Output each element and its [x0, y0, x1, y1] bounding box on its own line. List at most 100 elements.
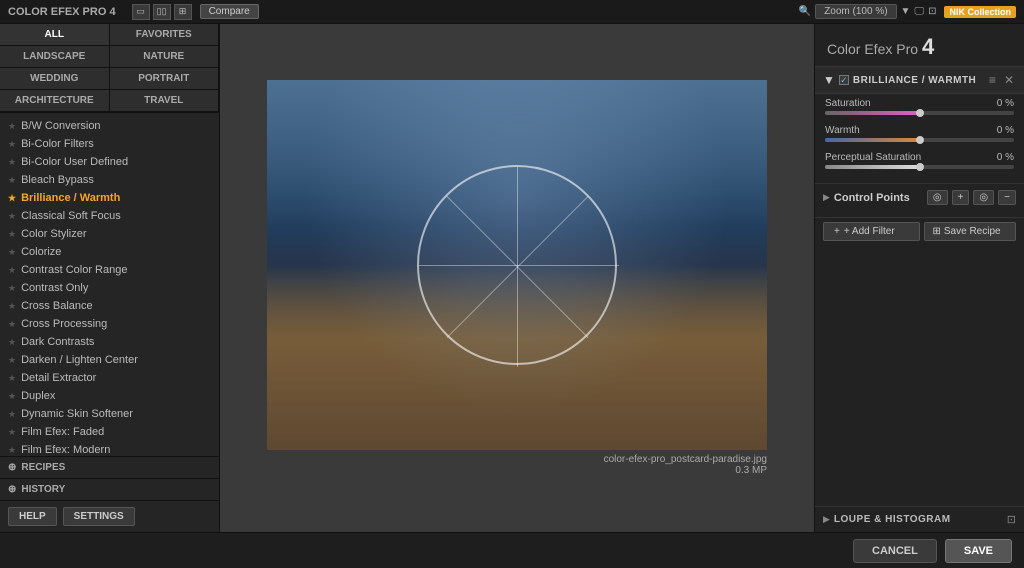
filter-film-efex-faded[interactable]: ★Film Efex: Faded — [0, 423, 219, 441]
saturation-slider-row: Saturation 0 % — [815, 94, 1024, 121]
filter-cross-balance[interactable]: ★Cross Balance — [0, 297, 219, 315]
filter-duplex[interactable]: ★Duplex — [0, 387, 219, 405]
save-button[interactable]: SAVE — [945, 539, 1012, 563]
filter-contrast-color-range[interactable]: ★Contrast Color Range — [0, 261, 219, 279]
star-icon[interactable]: ★ — [8, 355, 16, 366]
filter-bi-color-user-defined[interactable]: ★Bi-Color User Defined — [0, 153, 219, 171]
star-icon[interactable]: ★ — [8, 175, 16, 186]
category-nature[interactable]: NATURE — [110, 46, 220, 68]
effect-toggle[interactable]: ✓ — [839, 75, 849, 85]
saturation-thumb[interactable] — [916, 109, 924, 117]
settings-button[interactable]: SETTINGS — [63, 507, 135, 526]
star-icon[interactable]: ★ — [8, 193, 16, 204]
photo-display — [267, 80, 767, 450]
control-point-remove-btn[interactable]: ◎ — [973, 190, 994, 205]
category-travel[interactable]: TRAVEL — [110, 90, 220, 112]
filter-categories: ALL FAVORITES LANDSCAPE NATURE WEDDING P… — [0, 24, 219, 113]
perceptual-saturation-thumb[interactable] — [916, 163, 924, 171]
collapse-arrow-icon[interactable]: ▼ — [823, 73, 835, 87]
control-point-select-btn[interactable]: ◎ — [927, 190, 948, 205]
warmth-track[interactable] — [825, 138, 1014, 142]
recipes-icon: ⊕ — [8, 462, 16, 473]
top-bar: COLOR EFEX PRO 4 ▭ ▯▯ ⊞ Compare 🔍 Zoom (… — [0, 0, 1024, 24]
star-icon[interactable]: ★ — [8, 265, 16, 276]
loupe-section: ▶ LOUPE & HISTOGRAM ⊡ — [815, 506, 1024, 532]
filter-contrast-only[interactable]: ★Contrast Only — [0, 279, 219, 297]
star-icon[interactable]: ★ — [8, 301, 16, 312]
saturation-track[interactable] — [825, 111, 1014, 115]
sidebar-bottom: ⊕ RECIPES ⊕ HISTORY HELP SETTINGS — [0, 456, 219, 532]
save-recipe-button[interactable]: ⊞ Save Recipe — [924, 222, 1017, 241]
perceptual-saturation-track[interactable] — [825, 165, 1014, 169]
single-view-btn[interactable]: ▭ — [132, 4, 150, 20]
add-icon: + — [958, 192, 964, 203]
category-architecture[interactable]: ARCHITECTURE — [0, 90, 110, 112]
star-icon[interactable]: ★ — [8, 427, 16, 438]
compare-button[interactable]: Compare — [200, 4, 259, 19]
filter-brilliance-warmth[interactable]: ★Brilliance / Warmth — [0, 189, 219, 207]
history-section[interactable]: ⊕ HISTORY — [0, 479, 219, 501]
saturation-fill — [825, 111, 920, 115]
loupe-header: ▶ LOUPE & HISTOGRAM ⊡ — [823, 513, 1016, 526]
category-landscape[interactable]: LANDSCAPE — [0, 46, 110, 68]
add-filter-button[interactable]: + + Add Filter — [823, 222, 920, 241]
warmth-label: Warmth — [825, 125, 860, 136]
filter-colorize[interactable]: ★Colorize — [0, 243, 219, 261]
category-portrait[interactable]: PORTRAIT — [110, 68, 220, 90]
loupe-label: LOUPE & HISTOGRAM — [834, 514, 1003, 525]
help-button[interactable]: HELP — [8, 507, 57, 526]
control-point-add-btn[interactable]: + — [952, 190, 970, 205]
star-icon[interactable]: ★ — [8, 409, 16, 420]
star-icon[interactable]: ★ — [8, 283, 16, 294]
filter-film-efex-modern[interactable]: ★Film Efex: Modern — [0, 441, 219, 456]
effect-menu-button[interactable]: ≡ — [987, 73, 998, 87]
category-wedding[interactable]: WEDDING — [0, 68, 110, 90]
star-icon[interactable]: ★ — [8, 319, 16, 330]
control-point-delete-btn[interactable]: − — [998, 190, 1016, 205]
loupe-settings-icon[interactable]: ⊡ — [1007, 513, 1016, 526]
filter-dynamic-skin-softener[interactable]: ★Dynamic Skin Softener — [0, 405, 219, 423]
history-icon: ⊕ — [8, 484, 16, 495]
right-panel: Color Efex Pro 4 ▼ ✓ BRILLIANCE / WARMTH… — [814, 24, 1024, 532]
zoom-button[interactable]: Zoom (100 %) — [815, 4, 896, 19]
panel-title: Color Efex Pro 4 — [815, 24, 1024, 67]
filter-darken-lighten-center[interactable]: ★Darken / Lighten Center — [0, 351, 219, 369]
filter-cross-processing[interactable]: ★Cross Processing — [0, 315, 219, 333]
loupe-arrow-icon[interactable]: ▶ — [823, 514, 830, 525]
star-icon[interactable]: ★ — [8, 157, 16, 168]
star-icon[interactable]: ★ — [8, 337, 16, 348]
app-title: COLOR EFEX PRO 4 — [8, 6, 116, 18]
save-recipe-icon: ⊞ — [933, 226, 941, 237]
filter-bleach-bypass[interactable]: ★Bleach Bypass — [0, 171, 219, 189]
star-icon[interactable]: ★ — [8, 373, 16, 384]
filter-detail-extractor[interactable]: ★Detail Extractor — [0, 369, 219, 387]
star-icon[interactable]: ★ — [8, 139, 16, 150]
warmth-value: 0 % — [997, 125, 1014, 136]
category-all[interactable]: ALL — [0, 24, 110, 46]
cancel-button[interactable]: CANCEL — [853, 539, 937, 563]
perceptual-saturation-label: Perceptual Saturation — [825, 152, 921, 163]
star-icon[interactable]: ★ — [8, 247, 16, 258]
star-icon[interactable]: ★ — [8, 229, 16, 240]
effect-close-button[interactable]: ✕ — [1002, 73, 1016, 87]
recipes-section[interactable]: ⊕ RECIPES — [0, 457, 219, 479]
filter-dark-contrasts[interactable]: ★Dark Contrasts — [0, 333, 219, 351]
star-icon[interactable]: ★ — [8, 391, 16, 402]
checkmark-icon: ✓ — [840, 75, 848, 86]
view-icons: ▭ ▯▯ ⊞ — [132, 4, 192, 20]
filter-bi-color-filters[interactable]: ★Bi-Color Filters — [0, 135, 219, 153]
grid-view-btn[interactable]: ⊞ — [174, 4, 192, 20]
center-canvas: color-efex-pro_postcard-paradise.jpg 0.3… — [220, 24, 814, 532]
filter-classical-soft-focus[interactable]: ★Classical Soft Focus — [0, 207, 219, 225]
control-points-arrow-icon[interactable]: ▶ — [823, 192, 830, 203]
star-icon[interactable]: ★ — [8, 445, 16, 456]
filter-color-stylizer[interactable]: ★Color Stylizer — [0, 225, 219, 243]
category-favorites[interactable]: FAVORITES — [110, 24, 220, 46]
add-filter-label: + Add Filter — [844, 226, 895, 237]
filter-bw-conversion[interactable]: ★B/W Conversion — [0, 117, 219, 135]
split-view-btn[interactable]: ▯▯ — [153, 4, 171, 20]
star-icon[interactable]: ★ — [8, 121, 16, 132]
warmth-thumb[interactable] — [916, 136, 924, 144]
bottom-actions: HELP SETTINGS — [0, 501, 219, 532]
star-icon[interactable]: ★ — [8, 211, 16, 222]
